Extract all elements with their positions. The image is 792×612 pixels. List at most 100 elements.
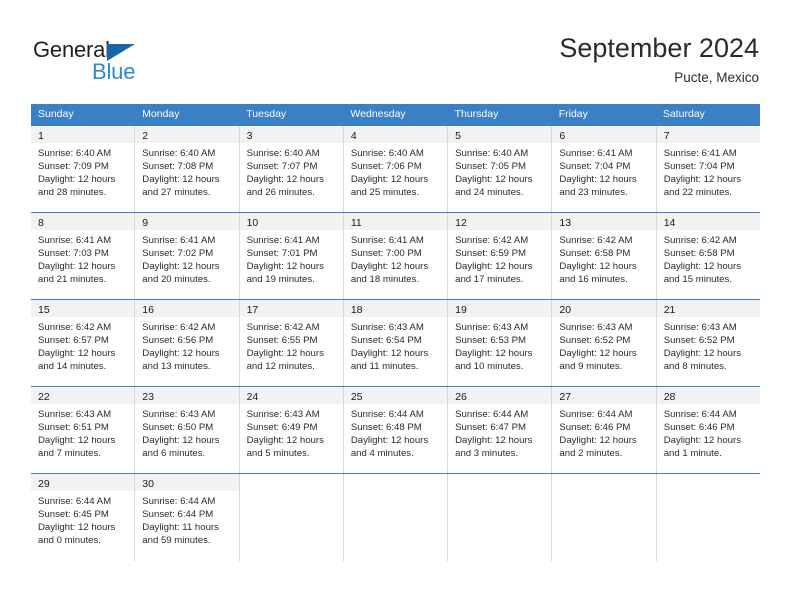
day-cell[interactable]: 8 Sunrise: 6:41 AM Sunset: 7:03 PM Dayli… [31, 213, 136, 299]
sunrise-text: Sunrise: 6:41 AM [38, 235, 112, 246]
day-cell[interactable]: 22 Sunrise: 6:43 AM Sunset: 6:51 PM Dayl… [31, 387, 136, 473]
day-number: 21 [663, 304, 676, 316]
weekday-header-tuesday: Tuesday [246, 108, 287, 120]
day-number-band: 14 [656, 213, 760, 230]
sunrise-text: Sunrise: 6:43 AM [559, 322, 633, 333]
day-cell[interactable]: 30 Sunrise: 6:44 AM Sunset: 6:44 PM Dayl… [135, 474, 240, 561]
daylight-text-line1: Daylight: 12 hours [246, 435, 324, 447]
day-cell[interactable]: 14 Sunrise: 6:42 AM Sunset: 6:58 PM Dayl… [656, 213, 760, 299]
day-number-band [552, 474, 656, 491]
sunset-text: Sunset: 6:59 PM [455, 248, 527, 260]
day-number-band: 15 [31, 300, 135, 317]
day-cell[interactable]: 4 Sunrise: 6:40 AM Sunset: 7:06 PM Dayli… [343, 126, 449, 212]
daylight-text-line1: Daylight: 12 hours [142, 435, 220, 447]
day-details: Sunrise: 6:41 AM Sunset: 7:02 PM Dayligh… [135, 230, 238, 286]
sunset-text: Sunset: 7:09 PM [38, 161, 109, 173]
sunset-text: Sunset: 6:48 PM [350, 422, 422, 434]
day-cell[interactable]: 20 Sunrise: 6:43 AM Sunset: 6:52 PM Dayl… [552, 300, 657, 386]
weekday-header-row: Sunday Monday Tuesday Wednesday Thursday… [31, 104, 760, 125]
day-cell[interactable]: 11 Sunrise: 6:41 AM Sunset: 7:00 PM Dayl… [343, 213, 449, 299]
sunrise-text: Sunrise: 6:42 AM [38, 322, 112, 333]
day-cell[interactable]: 21 Sunrise: 6:43 AM Sunset: 6:52 PM Dayl… [656, 300, 760, 386]
daylight-text-line2: and 1 minute. [663, 448, 722, 460]
daylight-text-line2: and 5 minutes. [246, 448, 310, 460]
daylight-text-line1: Daylight: 12 hours [38, 522, 116, 534]
daylight-text-line1: Daylight: 12 hours [142, 348, 220, 360]
sunset-text: Sunset: 6:52 PM [559, 335, 631, 347]
day-number: 13 [559, 217, 572, 229]
day-cell[interactable]: 13 Sunrise: 6:42 AM Sunset: 6:58 PM Dayl… [552, 213, 657, 299]
sunset-text: Sunset: 7:03 PM [38, 248, 109, 260]
day-cell[interactable]: 24 Sunrise: 6:43 AM Sunset: 6:49 PM Dayl… [239, 387, 344, 473]
daylight-text-line1: Daylight: 12 hours [246, 261, 324, 273]
day-cell-empty [552, 474, 657, 561]
day-number: 17 [246, 304, 259, 316]
daylight-text-line1: Daylight: 12 hours [350, 348, 429, 360]
day-number-band: 11 [343, 213, 448, 230]
day-cell[interactable]: 1 Sunrise: 6:40 AM Sunset: 7:09 PM Dayli… [31, 126, 136, 212]
daylight-text-line2: and 20 minutes. [142, 274, 211, 286]
day-cell[interactable]: 28 Sunrise: 6:44 AM Sunset: 6:46 PM Dayl… [656, 387, 760, 473]
day-cell[interactable]: 5 Sunrise: 6:40 AM Sunset: 7:05 PM Dayli… [448, 126, 553, 212]
sunset-text: Sunset: 6:51 PM [38, 422, 109, 434]
day-number-band: 27 [552, 387, 656, 404]
day-cell[interactable]: 26 Sunrise: 6:44 AM Sunset: 6:47 PM Dayl… [448, 387, 553, 473]
weekday-header-friday: Friday [558, 108, 588, 120]
day-number: 15 [38, 304, 50, 316]
sunset-text: Sunset: 6:55 PM [246, 335, 318, 347]
sunset-text: Sunset: 7:06 PM [350, 161, 422, 173]
day-cell[interactable]: 27 Sunrise: 6:44 AM Sunset: 6:46 PM Dayl… [552, 387, 657, 473]
daylight-text-line1: Daylight: 12 hours [559, 261, 637, 273]
day-cell[interactable]: 19 Sunrise: 6:43 AM Sunset: 6:53 PM Dayl… [448, 300, 553, 386]
sunset-text: Sunset: 6:56 PM [142, 335, 214, 347]
day-details: Sunrise: 6:42 AM Sunset: 6:57 PM Dayligh… [31, 317, 134, 373]
day-cell[interactable]: 10 Sunrise: 6:41 AM Sunset: 7:01 PM Dayl… [239, 213, 344, 299]
day-number-band: 10 [239, 213, 343, 230]
day-number: 25 [350, 391, 363, 403]
day-number: 28 [663, 391, 676, 403]
day-cell[interactable]: 3 Sunrise: 6:40 AM Sunset: 7:07 PM Dayli… [239, 126, 344, 212]
day-cell[interactable]: 7 Sunrise: 6:41 AM Sunset: 7:04 PM Dayli… [656, 126, 760, 212]
week-row: 15 Sunrise: 6:42 AM Sunset: 6:57 PM Dayl… [31, 299, 760, 386]
day-number: 29 [38, 478, 50, 490]
sunrise-text: Sunrise: 6:40 AM [142, 148, 216, 159]
daylight-text-line1: Daylight: 12 hours [559, 174, 637, 186]
sunset-text: Sunset: 7:07 PM [246, 161, 318, 173]
day-cell[interactable]: 2 Sunrise: 6:40 AM Sunset: 7:08 PM Dayli… [135, 126, 240, 212]
day-cell[interactable]: 29 Sunrise: 6:44 AM Sunset: 6:45 PM Dayl… [31, 474, 136, 561]
sunrise-text: Sunrise: 6:43 AM [455, 322, 529, 333]
day-details: Sunrise: 6:44 AM Sunset: 6:47 PM Dayligh… [448, 404, 551, 460]
week-row: 8 Sunrise: 6:41 AM Sunset: 7:03 PM Dayli… [31, 212, 760, 299]
day-number: 14 [663, 217, 676, 229]
sunset-text: Sunset: 7:04 PM [559, 161, 631, 173]
page-subtitle-location: Pucte, Mexico [674, 70, 759, 85]
day-cell[interactable]: 17 Sunrise: 6:42 AM Sunset: 6:55 PM Dayl… [239, 300, 344, 386]
sunrise-text: Sunrise: 6:43 AM [663, 322, 737, 333]
daylight-text-line1: Daylight: 12 hours [246, 174, 324, 186]
daylight-text-line2: and 21 minutes. [38, 274, 107, 286]
day-cell[interactable]: 25 Sunrise: 6:44 AM Sunset: 6:48 PM Dayl… [343, 387, 449, 473]
daylight-text-line1: Daylight: 12 hours [559, 348, 637, 360]
day-cell[interactable]: 9 Sunrise: 6:41 AM Sunset: 7:02 PM Dayli… [135, 213, 240, 299]
day-cell-empty [656, 474, 760, 561]
sunrise-text: Sunrise: 6:40 AM [38, 148, 112, 159]
daylight-text-line1: Daylight: 12 hours [38, 174, 116, 186]
general-blue-logo: General Blue [33, 37, 223, 87]
sunrise-text: Sunrise: 6:44 AM [142, 496, 216, 507]
sunset-text: Sunset: 7:08 PM [142, 161, 214, 173]
day-cell[interactable]: 23 Sunrise: 6:43 AM Sunset: 6:50 PM Dayl… [135, 387, 240, 473]
day-cell[interactable]: 16 Sunrise: 6:42 AM Sunset: 6:56 PM Dayl… [135, 300, 240, 386]
day-number: 20 [559, 304, 572, 316]
day-details: Sunrise: 6:40 AM Sunset: 7:07 PM Dayligh… [240, 143, 343, 199]
daylight-text-line1: Daylight: 12 hours [142, 261, 220, 273]
day-cell[interactable]: 12 Sunrise: 6:42 AM Sunset: 6:59 PM Dayl… [448, 213, 553, 299]
day-number-band: 20 [552, 300, 656, 317]
day-details: Sunrise: 6:44 AM Sunset: 6:48 PM Dayligh… [344, 404, 447, 460]
sunrise-text: Sunrise: 6:43 AM [142, 409, 216, 420]
day-number: 27 [559, 391, 572, 403]
day-cell[interactable]: 6 Sunrise: 6:41 AM Sunset: 7:04 PM Dayli… [552, 126, 657, 212]
day-cell[interactable]: 18 Sunrise: 6:43 AM Sunset: 6:54 PM Dayl… [343, 300, 449, 386]
day-cell[interactable]: 15 Sunrise: 6:42 AM Sunset: 6:57 PM Dayl… [31, 300, 136, 386]
sunrise-text: Sunrise: 6:40 AM [246, 148, 320, 159]
daylight-text-line1: Daylight: 12 hours [38, 435, 116, 447]
